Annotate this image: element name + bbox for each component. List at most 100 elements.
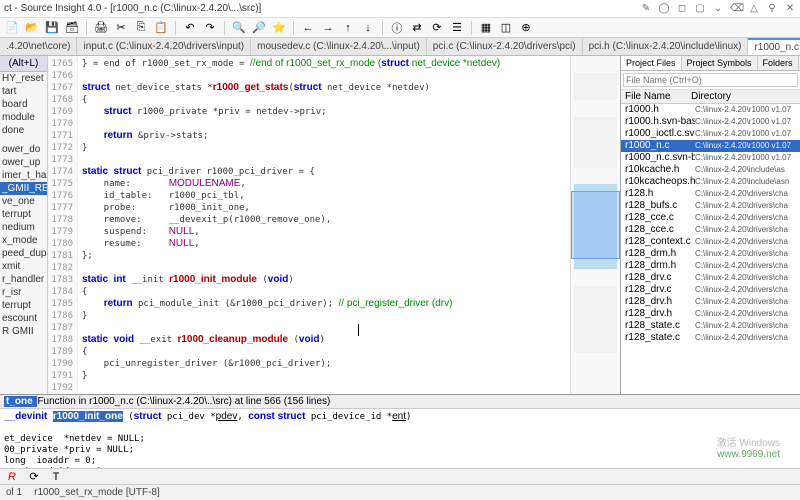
context-location: Function in r1000_n.c (C:\linux-2.4.20\.… — [37, 396, 330, 407]
project-tabs: Project FilesProject SymbolsFolders — [621, 56, 800, 71]
file-row[interactable]: r128_drm.hC:\linux-2.4.20\drivers\cha — [621, 260, 800, 272]
code-area[interactable]: } = end of r1000_set_rx_mode = //end of … — [78, 56, 570, 394]
search-icon[interactable]: ⚲ — [766, 3, 778, 14]
symbol-item[interactable]: escount — [0, 312, 47, 325]
fwd-icon[interactable]: → — [320, 20, 336, 36]
file-tab[interactable]: pci.h (C:\linux-2.4.20\include\linux) — [583, 38, 749, 55]
code-editor[interactable]: 1765 1766 1767 1768 1769 1770 1771 1772 … — [48, 56, 620, 394]
tile-icon[interactable]: ▦ — [478, 20, 494, 36]
file-row[interactable]: r1000.hC:\linux-2.4.20\r1000 v1.07 — [621, 104, 800, 116]
cut-icon[interactable]: ✂ — [113, 20, 129, 36]
close-icon[interactable]: ✕ — [784, 3, 796, 14]
separator — [224, 21, 225, 35]
file-row[interactable]: r128_drv.cC:\linux-2.4.20\drivers\cha — [621, 272, 800, 284]
down-icon[interactable]: ↓ — [360, 20, 376, 36]
undo-icon[interactable]: ↶ — [182, 20, 198, 36]
file-tab[interactable]: mousedev.c (C:\linux-2.4.20\...\input) — [251, 38, 427, 55]
symbol-item[interactable]: x_mode — [0, 234, 47, 247]
triangle-icon[interactable]: △ — [748, 3, 760, 14]
file-row[interactable]: r1000_ioctl.c.svn-basC:\linux-2.4.20\r10… — [621, 128, 800, 140]
minimap-viewport[interactable] — [571, 191, 620, 259]
pencil-icon[interactable]: ✎ — [640, 3, 652, 14]
replace-icon[interactable]: 🔎 — [251, 20, 267, 36]
symbol-item[interactable]: tart — [0, 85, 47, 98]
symbol-item[interactable]: xmit — [0, 260, 47, 273]
file-row[interactable]: r10kcacheops.hC:\linux-2.4.20\include\as… — [621, 176, 800, 188]
file-row[interactable]: r128_bufs.cC:\linux-2.4.20\drivers\cha — [621, 200, 800, 212]
print-icon[interactable]: 🖨 — [93, 20, 109, 36]
erase-icon[interactable]: ⌫ — [730, 3, 742, 14]
separator — [86, 21, 87, 35]
file-row[interactable]: r128_drv.hC:\linux-2.4.20\drivers\cha — [621, 296, 800, 308]
file-row[interactable]: r1000.h.svn-baseC:\linux-2.4.20\r1000 v1… — [621, 116, 800, 128]
minimap[interactable] — [570, 56, 620, 394]
symbol-item[interactable]: board — [0, 98, 47, 111]
context-code[interactable]: __devinit r1000_init_one (struct pci_dev… — [0, 409, 800, 468]
ctx-refresh-icon[interactable]: ⟳ — [26, 469, 42, 485]
file-row[interactable]: r10kcache.hC:\linux-2.4.20\include\as — [621, 164, 800, 176]
file-row[interactable]: r128_drm.hC:\linux-2.4.20\drivers\cha — [621, 248, 800, 260]
zoom-icon[interactable]: ⊕ — [518, 20, 534, 36]
symbol-item[interactable]: _GMII_RE — [0, 182, 47, 195]
down-icon[interactable]: ⌄ — [712, 3, 724, 14]
tree-icon[interactable]: ☰ — [449, 20, 465, 36]
bookmark-icon[interactable]: ⭐ — [271, 20, 287, 36]
symbol-item[interactable]: module — [0, 111, 47, 124]
project-panel: Project FilesProject SymbolsFolders File… — [620, 56, 800, 394]
symbol-item[interactable]: ower_do — [0, 143, 47, 156]
save-icon[interactable]: 💾 — [44, 20, 60, 36]
ctx-text-icon[interactable]: T — [48, 469, 64, 485]
symbol-item[interactable]: terrupt — [0, 299, 47, 312]
file-row[interactable]: r1000_n.cC:\linux-2.4.20\r1000 v1.07 — [621, 140, 800, 152]
symbol-item[interactable]: r_isr — [0, 286, 47, 299]
split-icon[interactable]: ◫ — [498, 20, 514, 36]
file-row[interactable]: r128_state.cC:\linux-2.4.20\drivers\cha — [621, 320, 800, 332]
square-icon[interactable]: ◻ — [676, 3, 688, 14]
project-tab[interactable]: Folders — [758, 56, 799, 70]
copy-icon[interactable]: ⎘ — [133, 20, 149, 36]
symbol-item[interactable]: terrupt — [0, 208, 47, 221]
file-tab[interactable]: input.c (C:\linux-2.4.20\drivers\input) — [77, 38, 251, 55]
open-icon[interactable]: 📂 — [24, 20, 40, 36]
file-row[interactable]: r128_state.cC:\linux-2.4.20\drivers\cha — [621, 332, 800, 344]
paste-icon[interactable]: 📋 — [153, 20, 169, 36]
circle-icon[interactable]: ◯ — [658, 3, 670, 14]
symbol-item[interactable]: ower_up — [0, 156, 47, 169]
file-tab[interactable]: r1000_n.c (C:\linux-2.4.20\...\src) — [748, 38, 800, 55]
sync-icon[interactable]: ⟳ — [429, 20, 445, 36]
def-icon[interactable]: ⓘ — [389, 20, 405, 36]
status-position: ol 1 — [6, 487, 22, 498]
title-bar: ct - Source Insight 4.0 - [r1000_n.c (C:… — [0, 0, 800, 18]
col-directory[interactable]: Directory — [691, 91, 800, 102]
symbol-item[interactable]: imer_t_har — [0, 169, 47, 182]
symbol-item[interactable]: peed_dup — [0, 247, 47, 260]
ctx-r-icon[interactable]: R — [4, 469, 20, 485]
project-tab[interactable]: Project Files — [621, 56, 682, 70]
file-tab[interactable]: pci.c (C:\linux-2.4.20\drivers\pci) — [427, 38, 583, 55]
symbol-item[interactable]: nedium — [0, 221, 47, 234]
redo-icon[interactable]: ↷ — [202, 20, 218, 36]
saveall-icon[interactable]: 🗃 — [64, 20, 80, 36]
file-row[interactable]: r128_cce.cC:\linux-2.4.20\drivers\cha — [621, 224, 800, 236]
symbol-item[interactable]: HY_reset — [0, 72, 47, 85]
file-filter-input[interactable] — [623, 73, 798, 87]
up-icon[interactable]: ↑ — [340, 20, 356, 36]
col-filename[interactable]: File Name — [621, 91, 691, 102]
file-row[interactable]: r128_drv.cC:\linux-2.4.20\drivers\cha — [621, 284, 800, 296]
file-row[interactable]: r128_drv.hC:\linux-2.4.20\drivers\cha — [621, 308, 800, 320]
back-icon[interactable]: ← — [300, 20, 316, 36]
square2-icon[interactable]: ▢ — [694, 3, 706, 14]
file-row[interactable]: r128.hC:\linux-2.4.20\drivers\cha — [621, 188, 800, 200]
file-tab[interactable]: .4.20\net\core) — [0, 38, 77, 55]
project-tab[interactable]: Project Symbols — [682, 56, 758, 70]
symbol-item[interactable]: R GMII — [0, 325, 47, 338]
file-row[interactable]: r128_context.cC:\linux-2.4.20\drivers\ch… — [621, 236, 800, 248]
new-icon[interactable]: 📄 — [4, 20, 20, 36]
symbol-item[interactable]: r_handler — [0, 273, 47, 286]
symbol-item[interactable]: done — [0, 124, 47, 137]
ref-icon[interactable]: ⇄ — [409, 20, 425, 36]
file-row[interactable]: r128_cce.cC:\linux-2.4.20\drivers\cha — [621, 212, 800, 224]
file-row[interactable]: r1000_n.c.svn-baseC:\linux-2.4.20\r1000 … — [621, 152, 800, 164]
find-icon[interactable]: 🔍 — [231, 20, 247, 36]
symbol-item[interactable]: ve_one — [0, 195, 47, 208]
